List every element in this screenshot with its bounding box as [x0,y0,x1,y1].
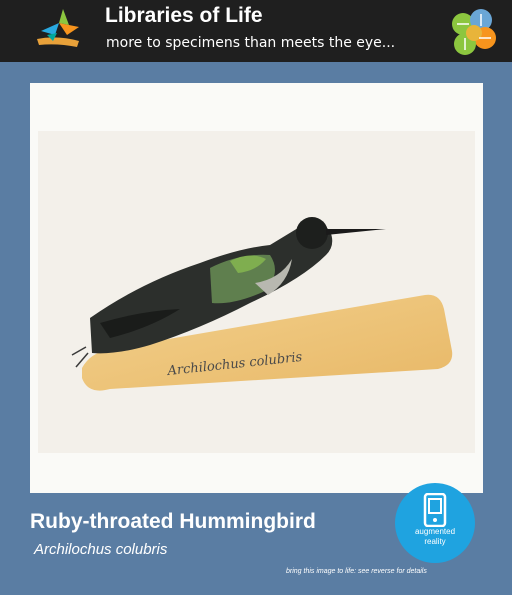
app-title: Libraries of Life [105,4,263,27]
specimen-photo-frame: Archilochus colubris [30,83,483,493]
species-common-name: Ruby-throated Hummingbird [30,510,316,533]
augmented-reality-button[interactable]: augmented reality [395,483,475,563]
phone-icon [423,493,447,527]
leaf-circles-logo-icon [452,9,496,55]
hummingbird-specimen-image: Archilochus colubris [30,83,483,493]
species-scientific-name: Archilochus colubris [34,541,168,558]
header-bar: Libraries of Life more to specimens than… [0,0,512,62]
footer-note: bring this image to life: see reverse fo… [286,568,427,575]
leaf-logo-icon [37,9,79,47]
app-tagline: more to specimens than meets the eye... [106,35,396,51]
augmented-reality-label: augmented reality [414,527,456,546]
